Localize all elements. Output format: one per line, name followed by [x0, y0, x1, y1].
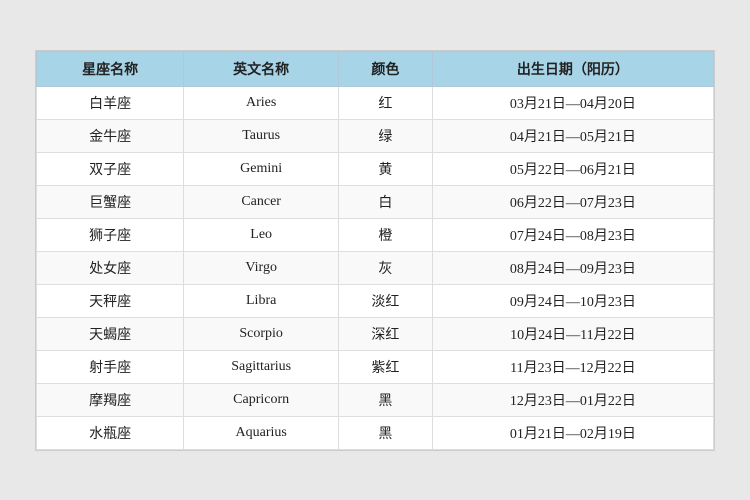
cell-chinese-name: 处女座: [37, 251, 184, 284]
header-english-name: 英文名称: [184, 51, 339, 86]
cell-english-name: Taurus: [184, 119, 339, 152]
header-color: 颜色: [339, 51, 433, 86]
table-row: 狮子座Leo橙07月24日—08月23日: [37, 218, 714, 251]
cell-date: 04月21日—05月21日: [432, 119, 713, 152]
cell-color: 黄: [339, 152, 433, 185]
cell-color: 红: [339, 86, 433, 119]
table-row: 白羊座Aries红03月21日—04月20日: [37, 86, 714, 119]
cell-color: 白: [339, 185, 433, 218]
cell-date: 09月24日—10月23日: [432, 284, 713, 317]
header-chinese-name: 星座名称: [37, 51, 184, 86]
cell-chinese-name: 白羊座: [37, 86, 184, 119]
cell-date: 01月21日—02月19日: [432, 416, 713, 449]
cell-date: 06月22日—07月23日: [432, 185, 713, 218]
cell-color: 灰: [339, 251, 433, 284]
cell-color: 橙: [339, 218, 433, 251]
cell-date: 10月24日—11月22日: [432, 317, 713, 350]
cell-chinese-name: 射手座: [37, 350, 184, 383]
cell-chinese-name: 金牛座: [37, 119, 184, 152]
cell-chinese-name: 摩羯座: [37, 383, 184, 416]
cell-chinese-name: 天秤座: [37, 284, 184, 317]
cell-english-name: Cancer: [184, 185, 339, 218]
table-row: 摩羯座Capricorn黑12月23日—01月22日: [37, 383, 714, 416]
table-row: 水瓶座Aquarius黑01月21日—02月19日: [37, 416, 714, 449]
zodiac-table-container: 星座名称 英文名称 颜色 出生日期（阳历） 白羊座Aries红03月21日—04…: [35, 50, 715, 451]
cell-english-name: Capricorn: [184, 383, 339, 416]
table-row: 处女座Virgo灰08月24日—09月23日: [37, 251, 714, 284]
cell-date: 07月24日—08月23日: [432, 218, 713, 251]
table-header-row: 星座名称 英文名称 颜色 出生日期（阳历）: [37, 51, 714, 86]
cell-date: 12月23日—01月22日: [432, 383, 713, 416]
cell-english-name: Aries: [184, 86, 339, 119]
cell-date: 11月23日—12月22日: [432, 350, 713, 383]
zodiac-table: 星座名称 英文名称 颜色 出生日期（阳历） 白羊座Aries红03月21日—04…: [36, 51, 714, 450]
table-row: 天蝎座Scorpio深红10月24日—11月22日: [37, 317, 714, 350]
cell-chinese-name: 巨蟹座: [37, 185, 184, 218]
cell-date: 05月22日—06月21日: [432, 152, 713, 185]
cell-date: 03月21日—04月20日: [432, 86, 713, 119]
cell-chinese-name: 水瓶座: [37, 416, 184, 449]
cell-date: 08月24日—09月23日: [432, 251, 713, 284]
table-row: 金牛座Taurus绿04月21日—05月21日: [37, 119, 714, 152]
cell-chinese-name: 狮子座: [37, 218, 184, 251]
table-row: 天秤座Libra淡红09月24日—10月23日: [37, 284, 714, 317]
cell-color: 紫红: [339, 350, 433, 383]
header-date: 出生日期（阳历）: [432, 51, 713, 86]
cell-english-name: Gemini: [184, 152, 339, 185]
cell-english-name: Aquarius: [184, 416, 339, 449]
cell-english-name: Sagittarius: [184, 350, 339, 383]
cell-english-name: Libra: [184, 284, 339, 317]
cell-english-name: Leo: [184, 218, 339, 251]
cell-color: 黑: [339, 383, 433, 416]
cell-color: 深红: [339, 317, 433, 350]
cell-color: 黑: [339, 416, 433, 449]
cell-chinese-name: 双子座: [37, 152, 184, 185]
table-row: 双子座Gemini黄05月22日—06月21日: [37, 152, 714, 185]
table-row: 射手座Sagittarius紫红11月23日—12月22日: [37, 350, 714, 383]
cell-color: 淡红: [339, 284, 433, 317]
cell-english-name: Scorpio: [184, 317, 339, 350]
cell-chinese-name: 天蝎座: [37, 317, 184, 350]
cell-english-name: Virgo: [184, 251, 339, 284]
cell-color: 绿: [339, 119, 433, 152]
table-row: 巨蟹座Cancer白06月22日—07月23日: [37, 185, 714, 218]
